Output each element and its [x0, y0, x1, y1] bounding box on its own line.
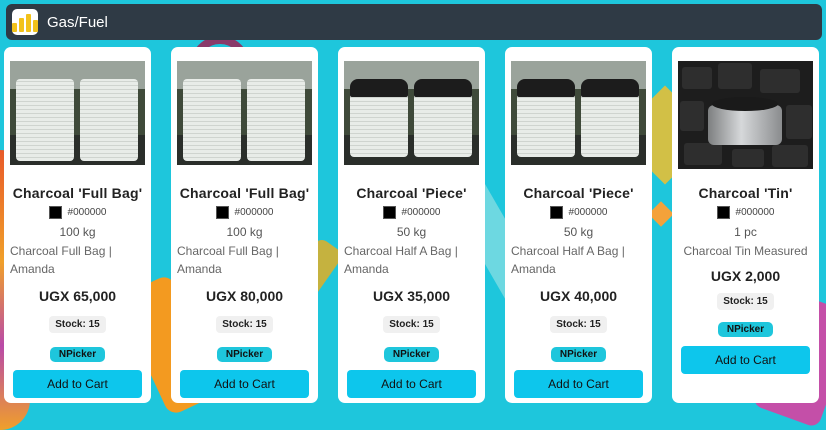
fuel-coins-icon — [12, 9, 38, 35]
category-header: Gas/Fuel — [6, 4, 822, 40]
color-row: #000000 — [549, 206, 608, 219]
product-card[interactable]: Charcoal 'Piece' #000000 50 kg Charcoal … — [338, 47, 485, 403]
product-description: Charcoal Tin Measured — [683, 244, 808, 258]
color-swatch — [48, 206, 62, 219]
stock-badge: Stock: 15 — [216, 316, 273, 333]
color-row: #000000 — [215, 206, 274, 219]
color-code: #000000 — [67, 207, 107, 218]
product-card[interactable]: Charcoal 'Full Bag' #000000 100 kg Charc… — [4, 47, 151, 403]
color-row: #000000 — [382, 206, 441, 219]
color-code: #000000 — [735, 207, 775, 218]
product-card[interactable]: Charcoal 'Tin' #000000 1 pc Charcoal Tin… — [672, 47, 819, 403]
color-row: #000000 — [716, 206, 775, 219]
product-price: UGX 2,000 — [710, 268, 781, 284]
color-swatch — [382, 206, 396, 219]
product-card[interactable]: Charcoal 'Full Bag' #000000 100 kg Charc… — [171, 47, 318, 403]
product-image[interactable] — [344, 61, 479, 165]
product-name: Charcoal 'Piece' — [356, 185, 467, 201]
color-swatch — [716, 206, 730, 219]
product-name: Charcoal 'Piece' — [523, 185, 634, 201]
seller-tag: NPicker — [717, 322, 774, 337]
product-quantity: 100 kg — [59, 225, 96, 239]
seller-tag: NPicker — [550, 347, 607, 362]
product-image[interactable] — [511, 61, 646, 165]
stock-badge: Stock: 15 — [717, 293, 774, 310]
product-description: Charcoal Half A Bag | Amanda — [344, 244, 458, 276]
product-image[interactable] — [10, 61, 145, 165]
stock-badge: Stock: 15 — [550, 316, 607, 333]
product-quantity: 50 kg — [563, 225, 594, 239]
product-price: UGX 80,000 — [205, 288, 284, 304]
color-swatch — [215, 206, 229, 219]
stock-badge: Stock: 15 — [49, 316, 106, 333]
product-name: Charcoal 'Full Bag' — [12, 185, 143, 201]
color-row: #000000 — [48, 206, 107, 219]
product-image[interactable] — [678, 61, 813, 169]
product-price: UGX 35,000 — [372, 288, 451, 304]
product-description: Charcoal Half A Bag | Amanda — [511, 244, 625, 276]
add-to-cart-button[interactable]: Add to Cart — [180, 370, 309, 398]
product-description: Charcoal Full Bag | Amanda — [177, 244, 279, 276]
product-name: Charcoal 'Full Bag' — [179, 185, 310, 201]
product-quantity: 100 kg — [226, 225, 263, 239]
product-name: Charcoal 'Tin' — [698, 185, 793, 201]
product-grid: Charcoal 'Full Bag' #000000 100 kg Charc… — [4, 47, 819, 403]
color-code: #000000 — [234, 207, 274, 218]
seller-tag: NPicker — [383, 347, 440, 362]
product-image[interactable] — [177, 61, 312, 165]
add-to-cart-button[interactable]: Add to Cart — [681, 346, 810, 374]
product-card[interactable]: Charcoal 'Piece' #000000 50 kg Charcoal … — [505, 47, 652, 403]
add-to-cart-button[interactable]: Add to Cart — [13, 370, 142, 398]
product-price: UGX 65,000 — [38, 288, 117, 304]
product-description: Charcoal Full Bag | Amanda — [10, 244, 112, 276]
color-code: #000000 — [568, 207, 608, 218]
color-swatch — [549, 206, 563, 219]
product-price: UGX 40,000 — [539, 288, 618, 304]
product-quantity: 1 pc — [734, 225, 757, 239]
color-code: #000000 — [401, 207, 441, 218]
stock-badge: Stock: 15 — [383, 316, 440, 333]
seller-tag: NPicker — [216, 347, 273, 362]
category-title: Gas/Fuel — [47, 13, 108, 31]
seller-tag: NPicker — [49, 347, 106, 362]
product-quantity: 50 kg — [396, 225, 427, 239]
add-to-cart-button[interactable]: Add to Cart — [514, 370, 643, 398]
add-to-cart-button[interactable]: Add to Cart — [347, 370, 476, 398]
